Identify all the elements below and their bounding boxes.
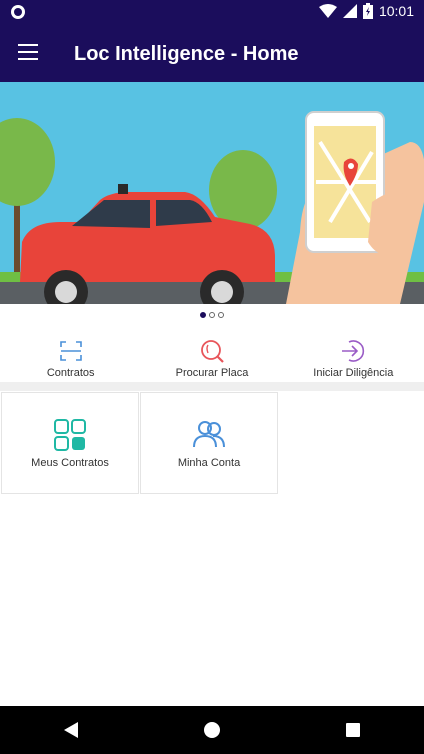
- meus-contratos-tile[interactable]: Meus Contratos: [1, 392, 139, 494]
- cellular-signal-icon: [342, 4, 357, 18]
- status-bar: 10:01: [0, 0, 424, 24]
- menu-button[interactable]: [18, 44, 38, 60]
- minha-conta-label: Minha Conta: [177, 457, 241, 469]
- menu-line: [18, 44, 38, 46]
- wifi-icon: [318, 4, 337, 18]
- procurar-placa-button[interactable]: Procurar Placa: [141, 338, 282, 382]
- menu-line: [18, 51, 38, 53]
- battery-icon: [362, 3, 373, 19]
- home-icon: [203, 722, 220, 738]
- procurar-placa-label: Procurar Placa: [175, 367, 249, 379]
- login-arrow-icon: [342, 340, 365, 362]
- contratos-label: Contratos: [46, 367, 95, 379]
- banner-carousel[interactable]: [0, 82, 424, 304]
- recents-button[interactable]: [329, 706, 377, 754]
- app-bar: Loc Intelligence - Home: [0, 24, 424, 82]
- system-nav-bar: [0, 706, 424, 754]
- page-title: Loc Intelligence - Home: [74, 43, 299, 65]
- grid-icon: [54, 419, 86, 451]
- status-time: 10:01: [378, 3, 414, 19]
- home-button[interactable]: [188, 706, 236, 754]
- minha-conta-tile[interactable]: Minha Conta: [140, 392, 278, 494]
- back-icon: [63, 722, 78, 738]
- iniciar-diligencia-label: Iniciar Diligência: [313, 367, 394, 379]
- quick-actions: Contratos Procurar Placa Iniciar Diligên…: [0, 338, 424, 382]
- banner-illustration: [0, 82, 424, 304]
- search-plate-icon: [201, 340, 224, 363]
- meus-contratos-label: Meus Contratos: [31, 457, 109, 469]
- notification-icon: [11, 5, 25, 19]
- carousel-dot[interactable]: [200, 312, 206, 318]
- iniciar-diligencia-button[interactable]: Iniciar Diligência: [283, 338, 424, 382]
- carousel-dot[interactable]: [209, 312, 215, 318]
- users-icon: [193, 421, 225, 448]
- carousel-indicator: [0, 312, 424, 318]
- back-button[interactable]: [47, 706, 95, 754]
- menu-line: [18, 58, 38, 60]
- section-divider: [0, 382, 424, 391]
- recents-icon: [346, 723, 361, 737]
- carousel-dot[interactable]: [218, 312, 224, 318]
- scan-icon: [59, 341, 82, 361]
- contratos-button[interactable]: Contratos: [0, 338, 141, 382]
- status-icons: 10:01: [318, 3, 414, 19]
